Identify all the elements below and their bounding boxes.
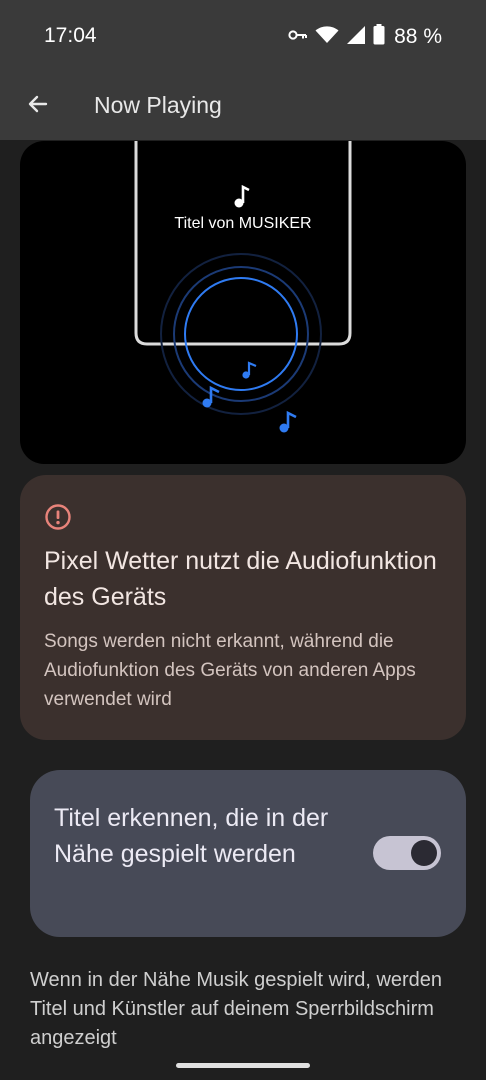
status-icons: 88 % (288, 24, 442, 50)
warning-title: Pixel Wetter nutzt die Audiofunktion des… (44, 547, 437, 611)
recognize-songs-switch[interactable] (373, 836, 441, 870)
home-indicator[interactable] (176, 1063, 310, 1068)
status-time: 17:04 (44, 24, 97, 47)
status-bar: 17:04 88 % (0, 0, 486, 72)
app-bar: Now Playing (0, 72, 486, 140)
battery-icon (373, 24, 385, 50)
switch-thumb (411, 840, 437, 866)
toggle-label: Titel erkennen, die in der Nähe gespielt… (54, 804, 329, 868)
back-button[interactable] (18, 86, 58, 126)
song-title-label: Titel von MUSIKER (174, 215, 312, 232)
signal-icon (346, 25, 366, 50)
wifi-icon (315, 25, 339, 49)
warning-body: Songs werden nicht erkannt, während die … (44, 631, 416, 710)
feature-description: Wenn in der Nähe Musik gespielt wird, we… (30, 969, 443, 1049)
recognize-songs-toggle-row[interactable]: Titel erkennen, die in der Nähe gespielt… (30, 770, 466, 937)
error-outline-icon (44, 503, 72, 531)
battery-percentage: 88 % (394, 25, 442, 48)
audio-in-use-warning-card: Pixel Wetter nutzt die Audiofunktion des… (20, 475, 466, 740)
vpn-key-icon (288, 28, 308, 47)
now-playing-illustration: Titel von MUSIKER (20, 141, 466, 464)
arrow-back-icon (26, 92, 50, 121)
page-title: Now Playing (94, 92, 222, 118)
